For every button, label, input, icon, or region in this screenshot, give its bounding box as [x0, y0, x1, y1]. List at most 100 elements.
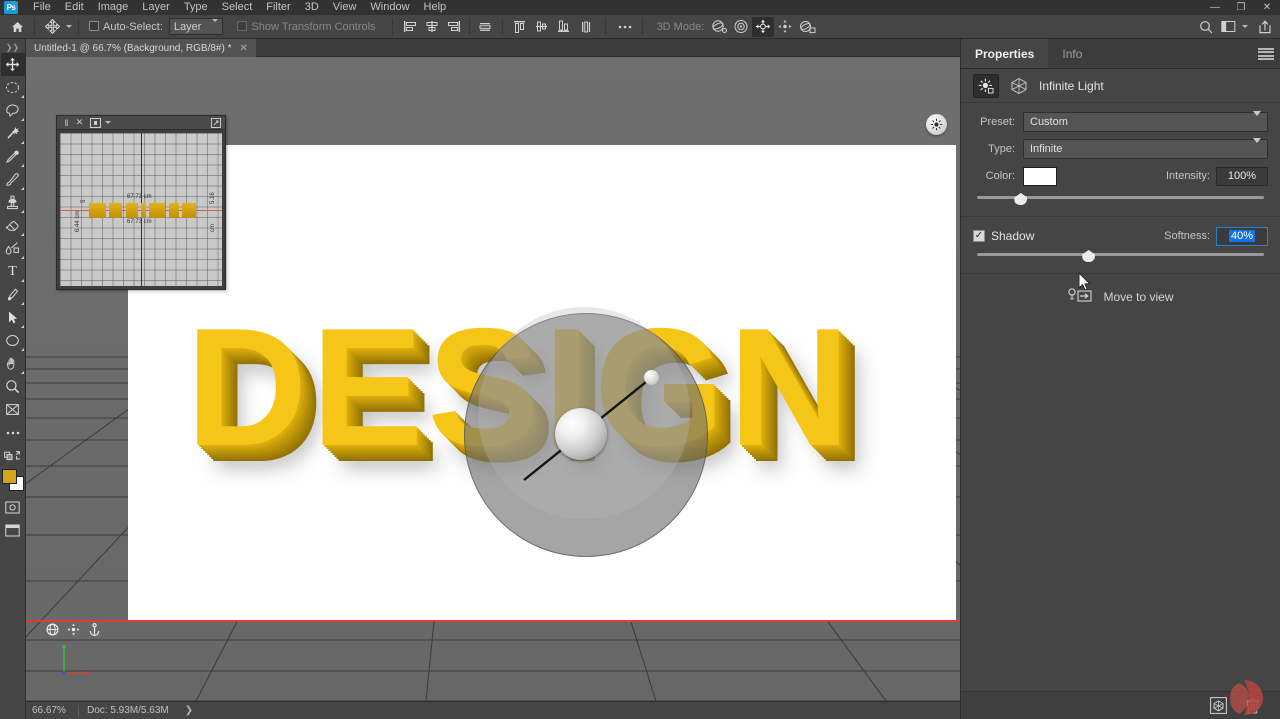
softness-slider[interactable]	[973, 249, 1268, 263]
tab-properties[interactable]: Properties	[961, 39, 1048, 68]
secondary-view-canvas[interactable]: 67.73 cm 67.73 cm 5 6.44 cm 5.16 cm	[60, 133, 222, 286]
quick-mask-button[interactable]	[1, 496, 25, 519]
secondary-3d-view[interactable]: ‖ ✕	[56, 115, 226, 290]
shadow-checkbox-box[interactable]: ✓	[973, 230, 985, 242]
secondary-view-titlebar[interactable]: ‖ ✕	[57, 116, 225, 130]
align-bottom-icon[interactable]	[553, 17, 575, 37]
delete-icon[interactable]	[1242, 697, 1262, 715]
softness-slider-knob[interactable]	[1082, 250, 1095, 262]
pan-3d-icon[interactable]	[752, 17, 774, 37]
secondary-view-icon[interactable]	[89, 117, 102, 129]
menu-file[interactable]: File	[26, 0, 58, 15]
type-select[interactable]: Infinite	[1023, 139, 1268, 159]
3d-anchor-icon[interactable]	[88, 623, 101, 636]
menu-type[interactable]: Type	[177, 0, 215, 15]
home-icon[interactable]	[6, 17, 28, 37]
elliptical-marquee-tool[interactable]	[1, 76, 25, 99]
intensity-input[interactable]: 100%	[1216, 167, 1268, 186]
color-swatches[interactable]	[2, 469, 24, 491]
close-icon[interactable]: ✕	[239, 43, 247, 54]
auto-select-checkbox[interactable]: Auto-Select:	[85, 21, 167, 33]
align-right-icon[interactable]	[443, 17, 465, 37]
document-tab[interactable]: Untitled-1 @ 66.7% (Background, RGB/8#) …	[26, 39, 256, 57]
type-tool[interactable]: T	[1, 260, 25, 283]
menu-image[interactable]: Image	[91, 0, 136, 15]
slide-3d-icon[interactable]	[774, 17, 796, 37]
share-icon[interactable]	[1254, 17, 1276, 37]
tab-info[interactable]: Info	[1048, 39, 1096, 68]
softness-input[interactable]: 40%	[1216, 227, 1268, 246]
menu-help[interactable]: Help	[417, 0, 454, 15]
render-3d-icon[interactable]	[1208, 697, 1228, 715]
layer-select[interactable]: Layer	[169, 18, 224, 35]
hand-tool[interactable]	[1, 352, 25, 375]
clone-stamp-tool[interactable]	[1, 191, 25, 214]
3d-mesh-icon[interactable]	[1007, 74, 1031, 98]
restore-button[interactable]: ❐	[1228, 0, 1254, 15]
menu-layer[interactable]: Layer	[135, 0, 177, 15]
xyz-axis-gizmo[interactable]	[60, 643, 90, 675]
path-selection-tool[interactable]	[1, 306, 25, 329]
minimize-button[interactable]: —	[1202, 0, 1228, 15]
chevron-down-icon[interactable]	[66, 25, 72, 28]
lasso-tool[interactable]	[1, 99, 25, 122]
auto-select-checkbox-box[interactable]	[89, 21, 99, 31]
orbit-3d-icon[interactable]	[708, 17, 730, 37]
zoom-tool[interactable]	[1, 375, 25, 398]
expand-icon[interactable]	[209, 117, 222, 129]
infinite-light-handle-knob[interactable]	[644, 370, 659, 385]
3d-move-icon[interactable]	[67, 623, 80, 636]
default-colors-icon[interactable]	[1, 444, 25, 467]
menu-view[interactable]: View	[326, 0, 364, 15]
infinite-light-sphere[interactable]	[555, 408, 607, 460]
menu-window[interactable]: Window	[363, 0, 416, 15]
canvas-stage[interactable]: DESIGN	[26, 57, 960, 701]
foreground-color-swatch[interactable]	[2, 469, 17, 484]
3d-ground-plane-icon[interactable]	[46, 623, 59, 636]
edit-toolbar-button[interactable]	[1, 421, 25, 444]
chevron-down-icon[interactable]	[1242, 25, 1248, 28]
show-transform-checkbox-box[interactable]	[237, 21, 247, 31]
light-badge-icon[interactable]	[926, 114, 947, 135]
intensity-slider-knob[interactable]	[1014, 193, 1027, 205]
color-swatch[interactable]	[1023, 167, 1057, 186]
menu-edit[interactable]: Edit	[58, 0, 91, 15]
move-tool-icon[interactable]	[41, 17, 63, 37]
eraser-tool[interactable]	[1, 214, 25, 237]
gradient-tool[interactable]	[1, 237, 25, 260]
menu-3d[interactable]: 3D	[298, 0, 326, 15]
panel-menu-icon[interactable]	[1258, 48, 1274, 60]
roll-3d-icon[interactable]	[730, 17, 752, 37]
intensity-slider[interactable]	[973, 192, 1268, 206]
chevron-down-icon[interactable]	[105, 121, 111, 124]
search-icon[interactable]	[1195, 17, 1217, 37]
3d-ground-plane-widgets[interactable]	[46, 623, 101, 636]
move-tool[interactable]	[1, 53, 25, 76]
shadow-checkbox[interactable]: ✓ Shadow	[973, 226, 1034, 246]
preset-select[interactable]: Custom	[1023, 112, 1268, 132]
show-transform-controls-checkbox[interactable]: Show Transform Controls	[233, 21, 379, 33]
align-center-h-icon[interactable]	[421, 17, 443, 37]
magic-wand-tool[interactable]	[1, 122, 25, 145]
close-icon[interactable]: ✕	[73, 117, 86, 129]
align-top-icon[interactable]	[509, 17, 531, 37]
close-button[interactable]: ✕	[1254, 0, 1280, 15]
align-left-icon[interactable]	[399, 17, 421, 37]
align-center-v-icon[interactable]	[531, 17, 553, 37]
frame-tool[interactable]	[1, 398, 25, 421]
move-to-view-row[interactable]: Move to view	[961, 274, 1280, 319]
screen-mode-button[interactable]	[1, 519, 25, 542]
ellipse-shape-tool[interactable]	[1, 329, 25, 352]
move-to-view-icon[interactable]	[1067, 286, 1095, 307]
pen-tool[interactable]	[1, 283, 25, 306]
infinite-light-icon[interactable]	[973, 74, 999, 98]
menu-filter[interactable]: Filter	[259, 0, 297, 15]
menu-select[interactable]: Select	[215, 0, 260, 15]
distribute-h-icon[interactable]	[474, 17, 496, 37]
scale-3d-icon[interactable]	[796, 17, 818, 37]
workspace-icon[interactable]	[1217, 17, 1239, 37]
zoom-level[interactable]: 66.67%	[26, 705, 78, 716]
distribute-v-icon[interactable]	[575, 17, 597, 37]
more-options-icon[interactable]	[614, 17, 636, 37]
brush-tool[interactable]	[1, 168, 25, 191]
